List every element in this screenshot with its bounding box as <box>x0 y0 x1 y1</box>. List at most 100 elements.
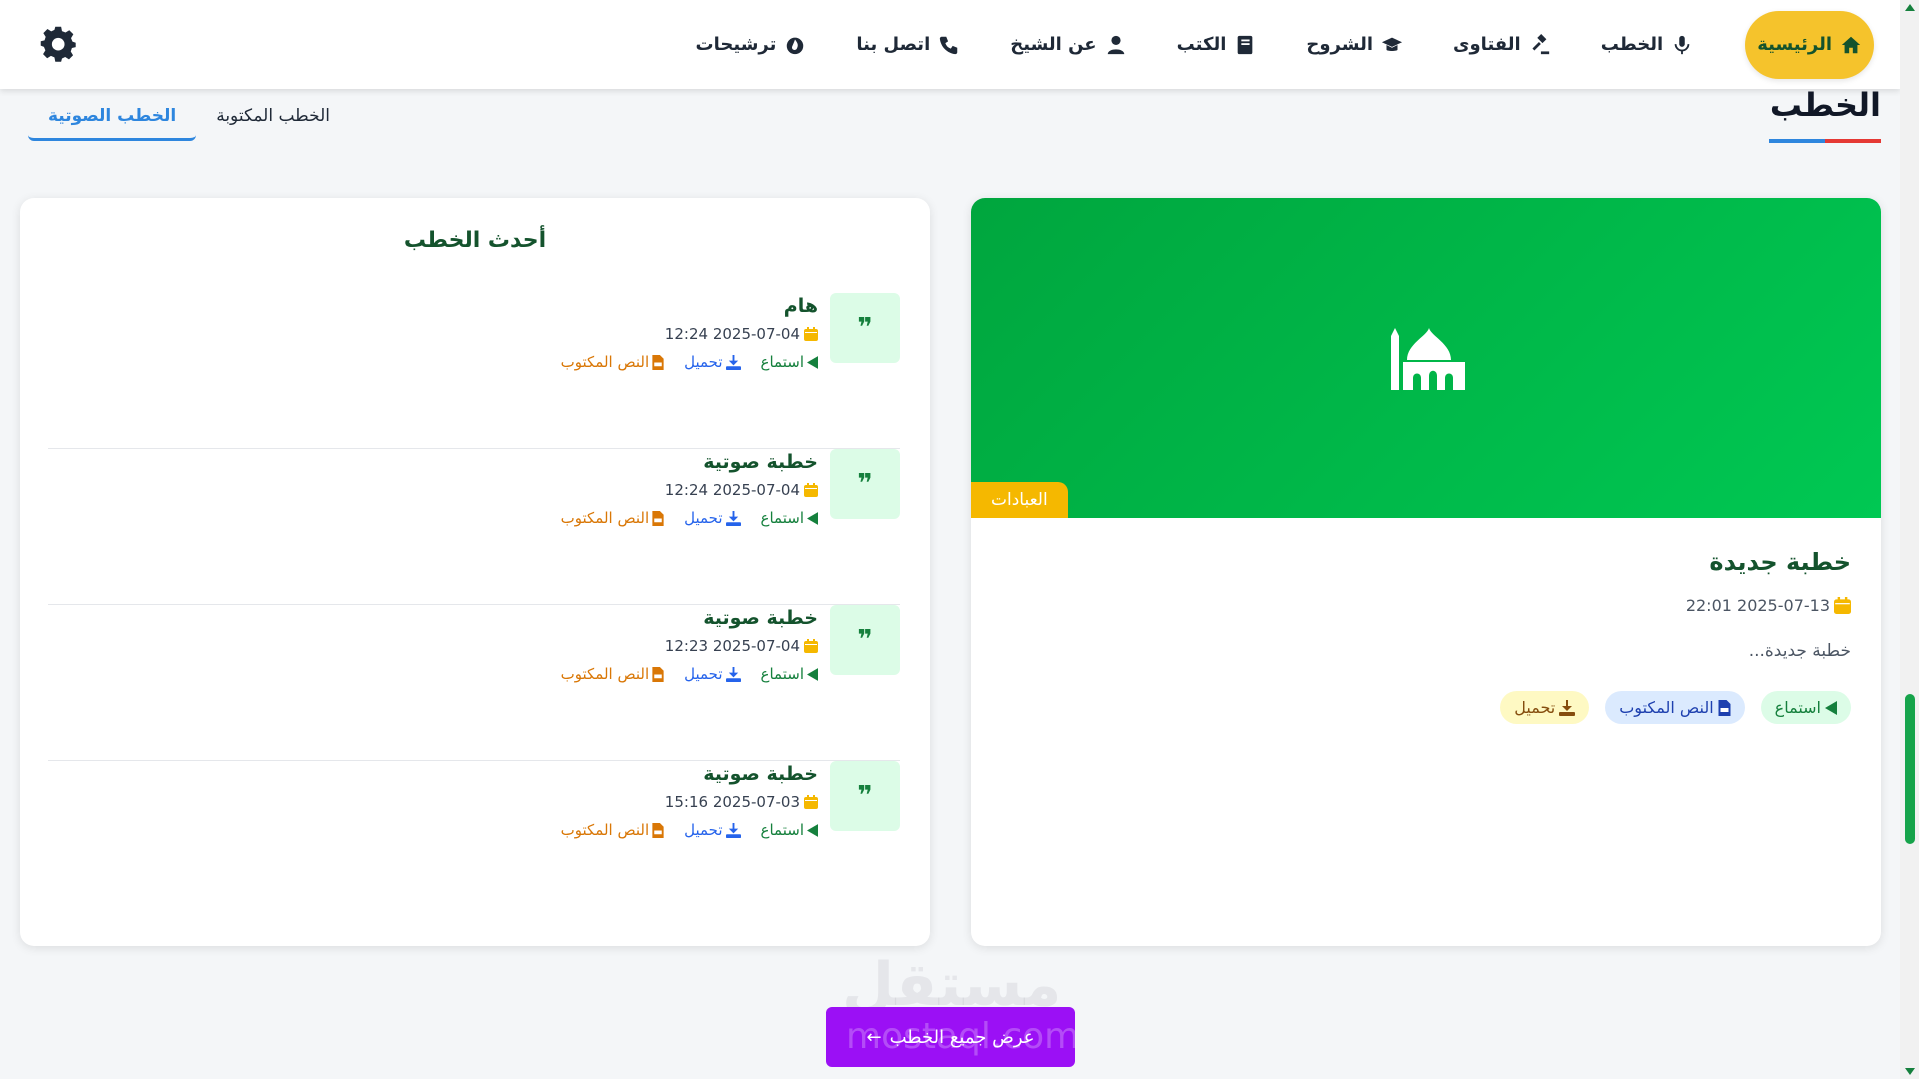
nav-item-shuruh[interactable]: الشروح <box>1306 34 1403 56</box>
download-link[interactable]: تحميل <box>684 665 741 683</box>
featured-listen-button[interactable]: استماع <box>1760 691 1851 724</box>
view-all-khutab-button[interactable]: عرض جميع الخطب ← <box>826 1007 1075 1067</box>
download-label: تحميل <box>684 509 723 527</box>
item-date: 2025-07-03 15:16 <box>561 793 818 811</box>
nav-label-home: الرئيسية <box>1757 34 1832 55</box>
item-actions: استماع تحميل النص المكتوب <box>561 821 818 839</box>
featured-title[interactable]: خطبة جديدة <box>1001 548 1851 576</box>
item-title[interactable]: خطبة صوتية <box>561 451 818 473</box>
featured-date-text: 2025-07-13 22:01 <box>1685 596 1830 615</box>
home-icon <box>1841 36 1861 53</box>
item-actions: استماع تحميل النص المكتوب <box>561 665 818 683</box>
listen-link[interactable]: استماع <box>761 353 818 371</box>
item-title[interactable]: هام <box>561 295 818 317</box>
listen-label: استماع <box>760 665 804 683</box>
list-item[interactable]: ❞ هام 2025-07-04 12:24 استماع تحميل النص… <box>48 293 900 449</box>
listen-link[interactable]: استماع <box>761 665 818 683</box>
calendar-icon <box>1834 597 1851 614</box>
listen-link[interactable]: استماع <box>761 509 818 527</box>
play-icon <box>807 355 818 369</box>
nav-label-about: عن الشيخ <box>1010 34 1097 55</box>
nav-item-about[interactable]: عن الشيخ <box>1010 34 1126 56</box>
text-link[interactable]: النص المكتوب <box>561 821 665 839</box>
scroll-up-icon[interactable] <box>1905 4 1915 11</box>
calendar-icon <box>804 795 818 809</box>
download-icon <box>1559 699 1576 716</box>
listen-label: استماع <box>760 821 804 839</box>
item-date-text: 2025-07-03 15:16 <box>664 793 800 811</box>
nav-item-kutub[interactable]: الكتب <box>1177 34 1257 56</box>
khutab-tabs: الخطب الصوتية الخطب المكتوبة <box>28 106 350 141</box>
pdf-icon <box>652 822 664 838</box>
list-item[interactable]: ❞ خطبة صوتية 2025-07-04 12:24 استماع تحم… <box>48 449 900 605</box>
download-link[interactable]: تحميل <box>684 509 741 527</box>
item-date-text: 2025-07-04 12:23 <box>664 637 800 655</box>
page-scrollbar[interactable] <box>1900 0 1919 1079</box>
listen-label: استماع <box>760 509 804 527</box>
download-link[interactable]: تحميل <box>684 353 741 371</box>
latest-khutab-title: أحدث الخطب <box>403 228 547 253</box>
arrow-left-icon: ← <box>866 1026 882 1048</box>
title-underline <box>1769 139 1881 143</box>
item-date-text: 2025-07-04 12:24 <box>664 481 800 499</box>
featured-text-button[interactable]: النص المكتوب <box>1605 691 1745 724</box>
download-link[interactable]: تحميل <box>684 821 741 839</box>
nav-label-shuruh: الشروح <box>1306 34 1373 55</box>
nav-item-recommendations[interactable]: ترشيحات <box>696 34 807 56</box>
user-icon <box>1107 35 1124 54</box>
nav-item-contact[interactable]: اتصل بنا <box>856 34 960 56</box>
listen-label: استماع <box>760 353 804 371</box>
play-icon <box>807 511 818 525</box>
quote-icon: ❞ <box>830 761 900 831</box>
scroll-thumb[interactable] <box>1905 694 1915 844</box>
quote-icon: ❞ <box>830 449 900 519</box>
quote-icon: ❞ <box>830 293 900 363</box>
text-link[interactable]: النص المكتوب <box>561 353 665 371</box>
view-all-label: عرض جميع الخطب <box>889 1026 1035 1048</box>
download-icon <box>725 666 741 682</box>
nav-label-kutub: الكتب <box>1176 34 1227 55</box>
item-title[interactable]: خطبة صوتية <box>561 607 818 629</box>
text-label: النص المكتوب <box>560 353 650 371</box>
nav-label-contact: اتصل بنا <box>856 34 931 55</box>
featured-khutba-card[interactable]: العبادات خطبة جديدة 2025-07-13 22:01 خطب… <box>971 198 1881 946</box>
calendar-icon <box>804 639 818 653</box>
featured-actions: استماع النص المكتوب تحميل <box>1001 691 1851 724</box>
text-link[interactable]: النص المكتوب <box>561 509 665 527</box>
fire-icon <box>787 37 804 54</box>
play-icon <box>807 823 818 837</box>
item-date: 2025-07-04 12:23 <box>561 637 818 655</box>
calendar-icon <box>804 483 818 497</box>
item-date: 2025-07-04 12:24 <box>561 481 818 499</box>
nav-item-khutab[interactable]: الخطب <box>1601 34 1694 56</box>
pdf-icon <box>652 666 664 682</box>
featured-description: خطبة جديدة... <box>1748 641 1851 661</box>
list-item[interactable]: ❞ خطبة صوتية 2025-07-03 15:16 استماع تحم… <box>48 761 900 917</box>
tab-audio-khutab[interactable]: الخطب الصوتية <box>28 106 197 141</box>
featured-download-button[interactable]: تحميل <box>1500 691 1590 724</box>
download-icon <box>725 510 741 526</box>
list-item[interactable]: ❞ خطبة صوتية 2025-07-04 12:23 استماع تحم… <box>48 605 900 761</box>
category-badge[interactable]: العبادات <box>971 482 1068 518</box>
featured-hero: العبادات <box>971 198 1881 518</box>
download-icon <box>725 822 741 838</box>
nav-item-home[interactable]: الرئيسية <box>1745 10 1874 79</box>
item-title[interactable]: خطبة صوتية <box>561 763 818 785</box>
tab-written-khutab[interactable]: الخطب المكتوبة <box>196 106 350 141</box>
nav-label-recommendations: ترشيحات <box>695 34 777 55</box>
nav-item-fatawa[interactable]: الفتاوى <box>1453 33 1551 56</box>
latest-khutab-card: أحدث الخطب ❞ هام 2025-07-04 12:24 استماع… <box>20 198 930 946</box>
mosque-icon <box>1391 328 1465 390</box>
book-icon <box>1238 35 1253 54</box>
underline-red <box>1825 139 1881 143</box>
featured-text-label: النص المكتوب <box>1619 698 1714 717</box>
gear-icon[interactable] <box>40 26 78 64</box>
listen-link[interactable]: استماع <box>761 821 818 839</box>
scroll-down-icon[interactable] <box>1905 1068 1915 1075</box>
featured-listen-label: استماع <box>1774 698 1821 717</box>
microphone-icon <box>1674 35 1690 54</box>
text-link[interactable]: النص المكتوب <box>561 665 665 683</box>
item-actions: استماع تحميل النص المكتوب <box>561 509 818 527</box>
text-label: النص المكتوب <box>560 509 650 527</box>
download-label: تحميل <box>684 821 723 839</box>
